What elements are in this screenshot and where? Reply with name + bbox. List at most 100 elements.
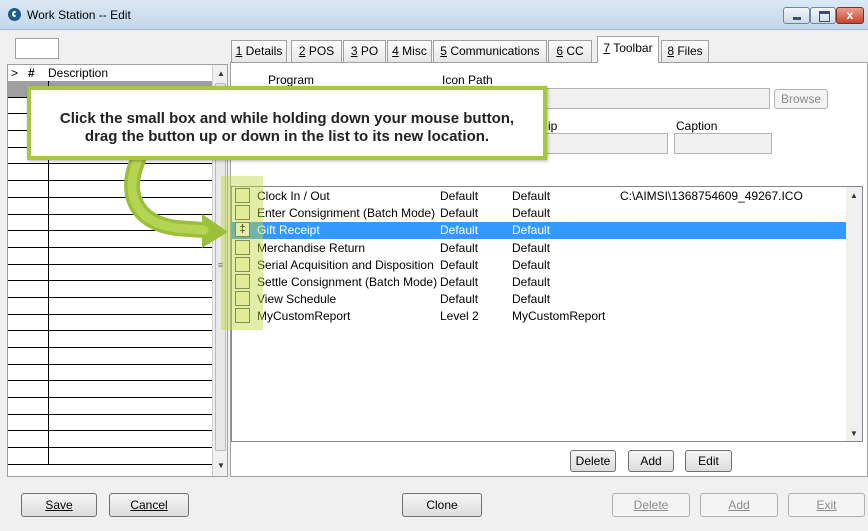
tab-toolbar[interactable]: 7 Toolbar: [597, 36, 659, 63]
browse-button[interactable]: Browse: [774, 89, 828, 109]
icon-path-field[interactable]: [545, 88, 770, 109]
tab-accelerator: 8: [667, 44, 674, 58]
toolbar-item-row[interactable]: MyCustomReport Level 2 MyCustomReport: [232, 308, 846, 325]
tab-files[interactable]: 8 Files: [661, 40, 709, 62]
add-label: Add: [728, 498, 750, 512]
table-row[interactable]: [8, 348, 212, 365]
tab-label: Details: [242, 44, 283, 58]
table-row[interactable]: [8, 448, 212, 465]
toolbar-item-name: Gift Receipt: [257, 223, 320, 238]
list-delete-button[interactable]: Delete: [570, 450, 616, 472]
minimize-icon[interactable]: [783, 7, 810, 24]
app-logo-icon: [8, 8, 21, 21]
caption-field[interactable]: [674, 133, 772, 154]
list-add-button[interactable]: Add: [628, 450, 674, 472]
tab-label: POS: [305, 44, 335, 58]
toolbar-item-caption: Default: [512, 275, 551, 289]
close-icon[interactable]: x: [836, 7, 864, 24]
toolbar-item-row[interactable]: Serial Acquisition and Disposition Defaul…: [232, 256, 846, 274]
toolbar-item-level: Default: [440, 189, 479, 203]
table-row[interactable]: [8, 331, 212, 348]
delete-button[interactable]: Delete: [612, 493, 690, 517]
table-row[interactable]: [8, 297, 212, 315]
toolbar-item-level: Default: [440, 292, 479, 307]
window-title: Work Station -- Edit: [27, 8, 131, 22]
toolbar-item-name: Serial Acquisition and Disposition: [257, 257, 434, 272]
tab-details[interactable]: 1 Details: [231, 40, 287, 62]
tab-cc[interactable]: 6 CC: [548, 40, 592, 62]
clone-button[interactable]: Clone: [402, 493, 482, 517]
tab-accelerator: 4: [392, 44, 399, 58]
save-button[interactable]: Save: [21, 493, 97, 517]
tooltip-label: ip: [548, 119, 558, 133]
tab-misc[interactable]: 4 Misc: [387, 40, 432, 62]
exit-button[interactable]: Exit: [788, 493, 865, 517]
toolbar-item-name: Enter Consignment (Batch Mode): [257, 206, 436, 221]
scroll-up-icon[interactable]: ▲: [217, 69, 225, 78]
toolbar-item-name: Merchandise Return: [257, 240, 366, 255]
caption-label: Caption: [676, 119, 718, 133]
toolbar-item-row[interactable]: Enter Consignment (Batch Mode) Default Def…: [232, 205, 846, 222]
table-row[interactable]: [8, 281, 212, 298]
tab-label: Communications: [446, 44, 540, 58]
tab-accelerator: 2: [298, 44, 306, 58]
table-row[interactable]: [8, 381, 212, 399]
toolbar-item-caption: Default: [512, 189, 551, 203]
left-filter-input[interactable]: [15, 38, 59, 59]
tab-label: CC: [563, 44, 584, 58]
table-row[interactable]: [8, 398, 212, 415]
toolbar-item-caption: Default: [512, 257, 551, 272]
header-arrow: >: [11, 66, 19, 80]
toolbar-item-row[interactable]: Settle Consignment (Batch Mode) Default De…: [232, 274, 846, 291]
toolbar-item-level: Default: [440, 257, 479, 272]
toolbar-item-row[interactable]: Clock In / Out Default Default C:\AIMSI\136…: [232, 188, 846, 205]
tab-label: Misc: [398, 44, 427, 58]
toolbar-item-row[interactable]: Merchandise Return Default Default: [232, 239, 846, 257]
cancel-label: Cancel: [130, 498, 168, 512]
tab-communications[interactable]: 5 Communications: [433, 40, 547, 62]
toolbar-item-level: Default: [440, 240, 479, 255]
cancel-button[interactable]: Cancel: [109, 493, 189, 517]
header-description: Description: [48, 66, 109, 80]
program-label: Program: [268, 73, 315, 87]
toolbar-list-scrollbar[interactable]: ▲ ▼: [846, 187, 862, 441]
toolbar-item-row[interactable]: View Schedule Default Default: [232, 291, 846, 308]
tab-accelerator: 5: [440, 44, 447, 58]
tab-accelerator: 3: [350, 44, 358, 58]
workstation-list-header: > # Description: [8, 65, 212, 82]
table-row[interactable]: [8, 364, 212, 382]
table-row[interactable]: [8, 414, 212, 432]
toolbar-item-caption: Default: [512, 223, 551, 238]
tab-label: PO: [357, 44, 379, 58]
tab-pos[interactable]: 2 POS: [291, 40, 342, 62]
tab-accelerator: 6: [556, 44, 563, 58]
title-bar: Work Station -- Edit x: [0, 0, 868, 30]
tooltip-field[interactable]: [545, 133, 668, 154]
toolbar-item-level: Default: [440, 275, 479, 289]
tab-label: Files: [674, 44, 703, 58]
callout-line-1: Click the small box and while holding do…: [59, 110, 515, 127]
table-row[interactable]: [8, 314, 212, 332]
toolbar-item-row[interactable]: ‡ Gift Receipt Default Default: [232, 222, 846, 240]
tab-po[interactable]: 3 PO: [343, 40, 386, 62]
toolbar-item-level: Default: [440, 206, 479, 221]
maximize-icon[interactable]: [810, 7, 836, 24]
tab-label: Toolbar: [610, 41, 653, 55]
scroll-down-icon[interactable]: ▼: [850, 429, 858, 438]
table-row[interactable]: [8, 264, 212, 282]
list-edit-button[interactable]: Edit: [685, 450, 732, 472]
exit-label: Exit: [816, 498, 837, 512]
toolbar-item-level: Level 2: [440, 309, 479, 324]
scroll-up-icon[interactable]: ▲: [850, 191, 858, 200]
toolbar-item-name: View Schedule: [257, 292, 337, 307]
curved-arrow-icon: [124, 152, 228, 248]
add-button[interactable]: Add: [700, 493, 778, 517]
header-number: #: [28, 66, 35, 80]
scroll-down-icon[interactable]: ▼: [217, 461, 225, 470]
toolbar-item-caption: Default: [512, 206, 551, 221]
table-row[interactable]: [8, 431, 212, 449]
toolbar-items-list[interactable]: Clock In / Out Default Default C:\AIMSI\136…: [231, 186, 863, 442]
toolbar-item-name: Clock In / Out: [257, 189, 330, 203]
callout-line-2: drag the button up or down in the list t…: [84, 128, 490, 145]
toolbar-item-caption: MyCustomReport: [512, 309, 606, 324]
